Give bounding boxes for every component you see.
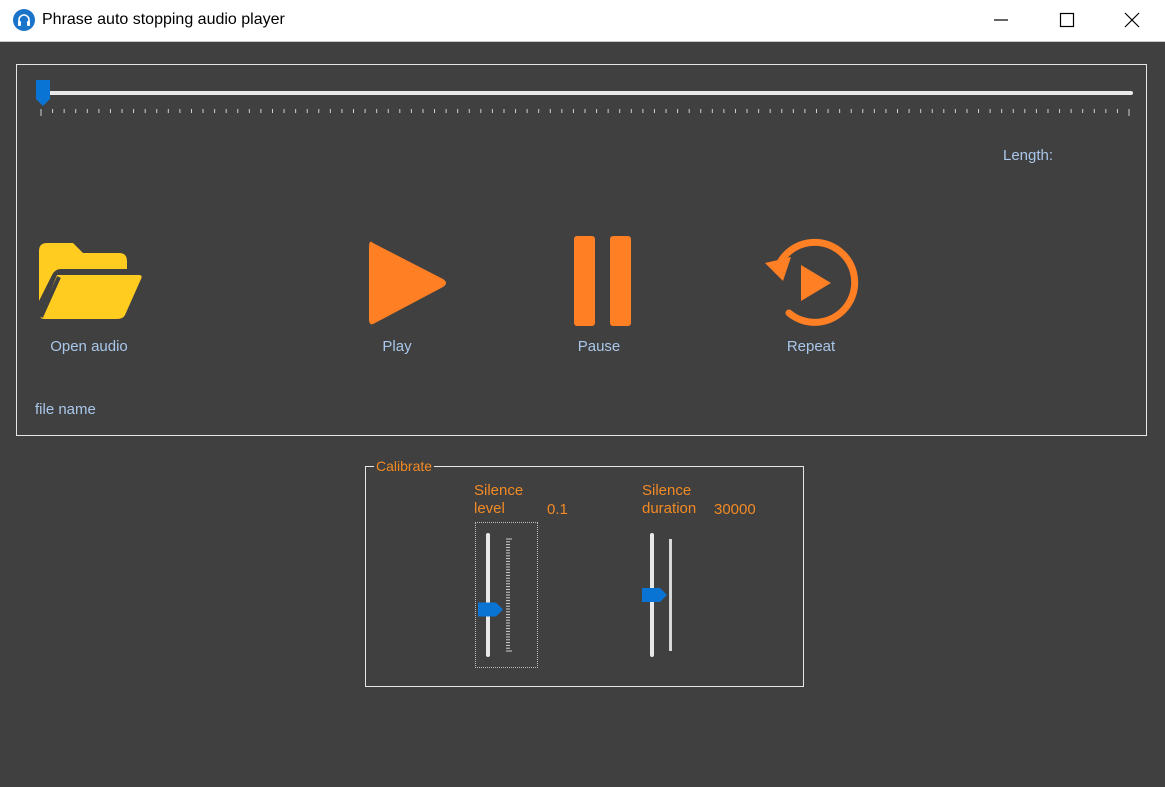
minimize-button[interactable] bbox=[968, 0, 1034, 41]
silence-level-value: 0.1 bbox=[547, 501, 568, 518]
silence-level-thumb[interactable] bbox=[478, 602, 503, 617]
play-label: Play bbox=[382, 338, 412, 355]
folder-open-icon bbox=[39, 243, 142, 319]
minimize-icon bbox=[994, 19, 1008, 21]
title-bar: Phrase auto stopping audio player bbox=[0, 0, 1165, 42]
replay-icon bbox=[765, 238, 859, 326]
seek-thumb[interactable] bbox=[35, 79, 51, 107]
silence-level-label-line1: Silence bbox=[474, 482, 524, 499]
calibrate-title: Calibrate bbox=[374, 458, 435, 474]
length-label: Length: bbox=[1003, 147, 1054, 164]
seek-ticks bbox=[40, 109, 1130, 116]
headphones-icon bbox=[13, 9, 35, 31]
silence-level-slider[interactable] bbox=[476, 531, 516, 661]
window-title: Phrase auto stopping audio player bbox=[42, 11, 285, 28]
silence-duration-label: Silence duration bbox=[642, 482, 696, 518]
player-panel: Length: Open audio Play Pause Repeat fil… bbox=[16, 64, 1147, 436]
silence-duration-label-line1: Silence bbox=[642, 482, 692, 499]
file-name-label: file name bbox=[35, 401, 96, 418]
silence-duration-slider[interactable] bbox=[640, 531, 680, 661]
play-button[interactable]: Play bbox=[347, 233, 447, 359]
pause-label: Pause bbox=[577, 338, 621, 355]
open-audio-button[interactable]: Open audio bbox=[35, 239, 143, 359]
seek-track[interactable] bbox=[41, 91, 1133, 95]
repeat-label: Repeat bbox=[786, 338, 836, 355]
maximize-button[interactable] bbox=[1034, 0, 1100, 41]
silence-level-label-line2: level bbox=[474, 500, 505, 517]
calibrate-group: Calibrate Silence level 0.1 Silence dura… bbox=[365, 458, 804, 687]
repeat-button[interactable]: Repeat bbox=[761, 233, 861, 359]
close-icon bbox=[1124, 12, 1140, 28]
maximize-icon bbox=[1059, 12, 1075, 28]
pause-icon bbox=[574, 236, 631, 326]
seek-bar[interactable] bbox=[35, 79, 1135, 119]
silence-duration-thumb[interactable] bbox=[642, 588, 667, 602]
play-icon bbox=[369, 241, 446, 325]
silence-duration-value: 30000 bbox=[714, 501, 756, 518]
close-button[interactable] bbox=[1099, 0, 1165, 41]
silence-level-label: Silence level bbox=[474, 482, 523, 518]
open-audio-label: Open audio bbox=[50, 338, 128, 355]
pause-button[interactable]: Pause bbox=[553, 233, 645, 359]
silence-duration-label-line2: duration bbox=[642, 500, 697, 517]
